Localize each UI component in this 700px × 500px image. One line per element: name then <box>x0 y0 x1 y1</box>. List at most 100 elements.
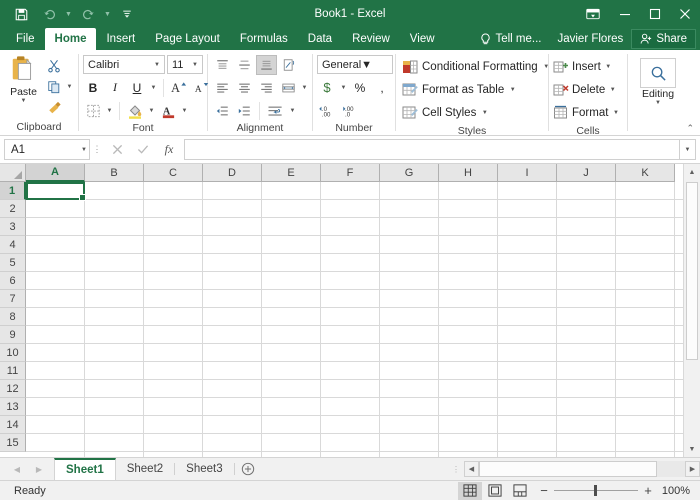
delete-cells-button[interactable]: Delete ▼ <box>553 78 620 101</box>
copy-button[interactable]: ▼ <box>43 77 74 97</box>
select-all-button[interactable] <box>0 164 26 182</box>
column-header-f[interactable]: F <box>321 164 380 182</box>
column-header-d[interactable]: D <box>203 164 262 182</box>
percent-format-button[interactable]: % <box>350 78 370 98</box>
paste-dropdown-icon[interactable]: ▼ <box>19 98 28 104</box>
column-header-k[interactable]: K <box>616 164 675 182</box>
borders-dropdown-icon[interactable]: ▼ <box>105 108 114 114</box>
scroll-left-icon[interactable]: ◀ <box>464 461 479 477</box>
row-header-6[interactable]: 6 <box>0 272 26 290</box>
font-color-dropdown-icon[interactable]: ▼ <box>180 108 189 114</box>
conditional-formatting-button[interactable]: Conditional Formatting ▼ <box>400 55 551 78</box>
row-header-9[interactable]: 9 <box>0 326 26 344</box>
editing-button[interactable]: Editing ▼ <box>634 58 682 106</box>
fill-color-dropdown-icon[interactable]: ▼ <box>147 108 156 114</box>
scroll-right-icon[interactable]: ▶ <box>685 461 700 477</box>
borders-button[interactable] <box>83 101 103 121</box>
collapse-ribbon-icon[interactable]: ⌃ <box>686 123 694 134</box>
column-header-g[interactable]: G <box>380 164 439 182</box>
decrease-indent-button[interactable] <box>212 101 232 121</box>
undo-icon[interactable] <box>36 3 62 25</box>
row-header-1[interactable]: 1 <box>0 182 26 200</box>
tab-insert[interactable]: Insert <box>96 28 145 50</box>
top-align-button[interactable] <box>212 55 232 75</box>
accounting-dropdown-icon[interactable]: ▼ <box>339 85 348 91</box>
enter-formula-icon[interactable] <box>130 139 156 160</box>
comma-format-button[interactable]: , <box>372 78 392 98</box>
tell-me-box[interactable]: Tell me... <box>472 28 549 50</box>
vertical-scrollbar[interactable]: ▲ ▼ <box>683 164 700 457</box>
row-header-12[interactable]: 12 <box>0 380 26 398</box>
save-icon[interactable] <box>8 3 34 25</box>
insert-cells-dropdown-icon[interactable]: ▼ <box>604 64 613 70</box>
restore-icon[interactable] <box>640 0 670 28</box>
paste-button[interactable]: Paste ▼ <box>4 53 43 104</box>
cell-styles-button[interactable]: Cell Styles ▼ <box>400 101 551 124</box>
column-header-a[interactable]: A <box>26 164 85 182</box>
user-name[interactable]: Javier Flores <box>549 28 631 50</box>
column-header-e[interactable]: E <box>262 164 321 182</box>
column-header-c[interactable]: C <box>144 164 203 182</box>
normal-view-icon[interactable] <box>458 482 482 500</box>
zoom-out-button[interactable]: − <box>539 486 549 496</box>
font-size-box[interactable]: 11 ▼ <box>167 55 203 74</box>
row-header-15[interactable]: 15 <box>0 434 26 452</box>
increase-font-size-button[interactable]: A <box>169 78 190 98</box>
decrease-decimal-button[interactable]: .00.0 <box>341 101 363 121</box>
format-as-table-dropdown-icon[interactable]: ▼ <box>508 87 517 93</box>
column-header-i[interactable]: I <box>498 164 557 182</box>
scroll-down-icon[interactable]: ▼ <box>684 441 700 457</box>
zoom-in-button[interactable]: + <box>643 486 653 496</box>
share-button[interactable]: Share <box>631 29 696 49</box>
increase-indent-button[interactable] <box>234 101 254 121</box>
align-right-button[interactable] <box>256 78 276 98</box>
cut-button[interactable] <box>43 56 74 76</box>
vertical-scroll-track[interactable] <box>684 180 700 441</box>
fill-color-button[interactable] <box>125 101 145 121</box>
align-left-button[interactable] <box>212 78 232 98</box>
row-header-2[interactable]: 2 <box>0 200 26 218</box>
font-color-button[interactable]: A <box>158 101 178 121</box>
zoom-level-label[interactable]: 100% <box>660 485 694 497</box>
row-header-5[interactable]: 5 <box>0 254 26 272</box>
row-header-8[interactable]: 8 <box>0 308 26 326</box>
insert-cells-button[interactable]: Insert ▼ <box>553 55 620 78</box>
wrap-text-dropdown-icon[interactable]: ▼ <box>288 108 297 114</box>
add-sheet-icon[interactable] <box>235 458 261 480</box>
orientation-button[interactable] <box>279 55 299 75</box>
active-cell-a1[interactable] <box>26 182 85 200</box>
tab-page-layout[interactable]: Page Layout <box>145 28 230 50</box>
expand-formula-bar-icon[interactable]: ▼ <box>680 139 696 160</box>
underline-button[interactable]: U <box>127 78 147 98</box>
tab-formulas[interactable]: Formulas <box>230 28 298 50</box>
page-layout-view-icon[interactable] <box>483 482 507 500</box>
customize-quick-access-icon[interactable] <box>114 3 140 25</box>
row-header-14[interactable]: 14 <box>0 416 26 434</box>
number-format-box[interactable]: General ▼ <box>317 55 393 74</box>
row-header-3[interactable]: 3 <box>0 218 26 236</box>
cell-styles-dropdown-icon[interactable]: ▼ <box>480 110 489 116</box>
tab-data[interactable]: Data <box>298 28 342 50</box>
tab-split-handle[interactable]: ⋮ <box>448 465 464 474</box>
zoom-slider-thumb[interactable] <box>594 485 597 496</box>
wrap-text-button[interactable] <box>265 101 286 121</box>
column-header-b[interactable]: B <box>85 164 144 182</box>
redo-icon[interactable] <box>75 3 101 25</box>
zoom-slider[interactable] <box>554 490 638 491</box>
sheet-tab-sheet1[interactable]: Sheet1 <box>54 458 116 480</box>
tab-home[interactable]: Home <box>45 28 97 50</box>
format-cells-button[interactable]: Format ▼ <box>553 101 620 124</box>
horizontal-scroll-thumb[interactable] <box>479 461 657 477</box>
cancel-formula-icon[interactable] <box>104 139 130 160</box>
increase-decimal-button[interactable]: .0.00 <box>317 101 339 121</box>
merge-and-center-button[interactable] <box>278 78 298 98</box>
horizontal-scroll-track[interactable] <box>479 461 685 477</box>
insert-function-icon[interactable]: fx <box>156 139 182 160</box>
number-format-dropdown-icon[interactable]: ▼ <box>361 59 372 71</box>
next-sheet-icon[interactable]: ▶ <box>28 459 50 479</box>
merge-dropdown-icon[interactable]: ▼ <box>300 85 309 91</box>
delete-cells-dropdown-icon[interactable]: ▼ <box>608 87 617 93</box>
font-name-dropdown-icon[interactable]: ▼ <box>152 62 162 68</box>
format-as-table-button[interactable]: Format as Table ▼ <box>400 78 551 101</box>
copy-dropdown-icon[interactable]: ▼ <box>65 84 74 90</box>
